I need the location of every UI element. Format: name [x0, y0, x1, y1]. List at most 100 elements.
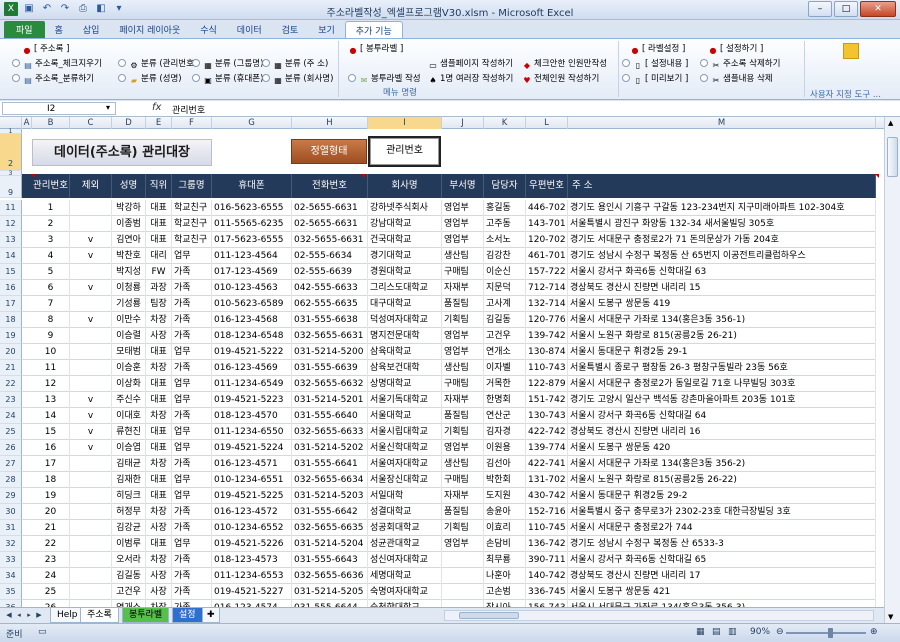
- cell-exclude[interactable]: [70, 504, 112, 520]
- cell-address[interactable]: 서울시 도봉구 쌍문동 419: [568, 296, 876, 312]
- tab-page-layout[interactable]: 페이지 레이아웃: [109, 21, 190, 38]
- table-row[interactable]: 12 이상화 대표 업무 011-1234-6549 032-5655-6632 상명대학교…: [22, 376, 876, 392]
- zoom-slider[interactable]: [786, 632, 866, 634]
- cell-contact[interactable]: 연개소: [484, 344, 526, 360]
- cell-name[interactable]: 이상화: [112, 376, 146, 392]
- cell-phone[interactable]: 031-555-6641: [292, 456, 368, 472]
- minimize-button[interactable]: –: [808, 1, 832, 17]
- ribbon-btn-clear-check[interactable]: ▤ 주소록_체크지우기: [12, 57, 102, 71]
- cell-contact[interactable]: 고건우: [484, 328, 526, 344]
- table-row[interactable]: 26 연개소차장가족016-123-4574031-555-6644순천향대학교 장…: [22, 600, 876, 607]
- sheet-tab-envelope[interactable]: 봉투라벨: [122, 608, 170, 623]
- cell-department[interactable]: 품질팀: [442, 296, 484, 312]
- row-header[interactable]: 27: [0, 456, 22, 472]
- cell-mobile[interactable]: 010-5623-6589: [212, 296, 292, 312]
- cell-phone[interactable]: 02-5655-6631: [292, 200, 368, 216]
- cell-address[interactable]: 경기도 고양시 일산구 백석동 강촌마을아파트 203동 101호: [568, 392, 876, 408]
- cell-address[interactable]: 서울시 강서구 화곡6동 신학대길 63: [568, 264, 876, 280]
- cell-name[interactable]: 이범루: [112, 536, 146, 552]
- cell-contact[interactable]: 고사계: [484, 296, 526, 312]
- cell-company[interactable]: 건국대학교: [368, 232, 442, 248]
- cell-company[interactable]: 덕성여자대학교: [368, 312, 442, 328]
- table-row[interactable]: 24 김길동 사장 가족 011-1234-6553 032-5655-6636 세명대학교…: [22, 568, 876, 584]
- cell-zip[interactable]: 139-774: [526, 440, 568, 456]
- cell-id[interactable]: 20: [32, 504, 70, 520]
- cell-contact[interactable]: 소서노: [484, 232, 526, 248]
- cell-name[interactable]: 김재한: [112, 472, 146, 488]
- cell-company[interactable]: 강남대학교: [368, 216, 442, 232]
- cell-mobile[interactable]: 016-123-4569: [212, 360, 292, 376]
- cell-company[interactable]: 삼육보건대학: [368, 360, 442, 376]
- cell-zip[interactable]: 122-879: [526, 376, 568, 392]
- cell-address[interactable]: 서울시 노원구 화랑로 815(공릉2동 26-21): [568, 328, 876, 344]
- cell-mobile[interactable]: 010-1234-6551: [212, 472, 292, 488]
- row-header[interactable]: 9: [0, 176, 22, 198]
- cell-zip[interactable]: 139-742: [526, 328, 568, 344]
- cell-name[interactable]: 김태균: [112, 456, 146, 472]
- row-header[interactable]: 28: [0, 472, 22, 488]
- cell-exclude[interactable]: [70, 584, 112, 600]
- cell-zip[interactable]: 156-743: [526, 600, 568, 607]
- cell-zip[interactable]: 336-745: [526, 584, 568, 600]
- cell-zip[interactable]: 151-742: [526, 392, 568, 408]
- table-row[interactable]: 16 v 이승엽 대표 업무 019-4521-5224 031-5214-5202 서울신학…: [22, 440, 876, 456]
- cell-phone[interactable]: 032-5655-6633: [292, 424, 368, 440]
- cell-address[interactable]: 서울시 서대문구 가좌로 134(홍은3동 356-1): [568, 312, 876, 328]
- cell-name[interactable]: 연개소: [112, 600, 146, 607]
- ribbon-btn-classify[interactable]: ▤ 주소록_분류하기: [12, 72, 94, 86]
- cell-mobile[interactable]: 016-5623-6555: [212, 200, 292, 216]
- cell-mobile[interactable]: 011-123-4564: [212, 248, 292, 264]
- cell-name[interactable]: 이승엽: [112, 440, 146, 456]
- cell-zip[interactable]: 110-743: [526, 360, 568, 376]
- cell-phone[interactable]: 031-5214-5201: [292, 392, 368, 408]
- cell-id[interactable]: 17: [32, 456, 70, 472]
- cell-phone[interactable]: 032-5655-6636: [292, 568, 368, 584]
- cell-address[interactable]: 서울특별시 종로구 평창동 26-3 평창구동빌라 23동 56호: [568, 360, 876, 376]
- cell-contact[interactable]: 최무룡: [484, 552, 526, 568]
- cell-department[interactable]: 구매팀: [442, 472, 484, 488]
- cell-name[interactable]: 김연아: [112, 232, 146, 248]
- cell-contact[interactable]: 박한회: [484, 472, 526, 488]
- cell-name[interactable]: 이승훈: [112, 360, 146, 376]
- col-header-j[interactable]: J: [442, 117, 484, 129]
- cell-mobile[interactable]: 018-123-4570: [212, 408, 292, 424]
- table-row[interactable]: 7 기성룡 팀장 가족 010-5623-6589 062-555-6635 대구대학교 품질…: [22, 296, 876, 312]
- ribbon-btn-delete-sample[interactable]: ✂ 샘플내용 삭제: [700, 72, 773, 86]
- cell-position[interactable]: 과장: [146, 280, 172, 296]
- cell-group[interactable]: 업무: [172, 536, 212, 552]
- table-row[interactable]: 11 이승훈 차장 가족 016-123-4569 031-555-6639 삼육보건대학 생…: [22, 360, 876, 376]
- cell-id[interactable]: 9: [32, 328, 70, 344]
- col-header-k[interactable]: K: [484, 117, 526, 129]
- cell-position[interactable]: 차장: [146, 312, 172, 328]
- management-number-button[interactable]: 관리번호: [368, 136, 441, 167]
- cell-id[interactable]: 5: [32, 264, 70, 280]
- cell-exclude[interactable]: [70, 456, 112, 472]
- cell-position[interactable]: 대표: [146, 536, 172, 552]
- cell-contact[interactable]: 김강찬: [484, 248, 526, 264]
- cell-exclude[interactable]: [70, 360, 112, 376]
- cell-company[interactable]: 서울대학교: [368, 408, 442, 424]
- cell-position[interactable]: 대표: [146, 216, 172, 232]
- row-header[interactable]: 32: [0, 536, 22, 552]
- cell-name[interactable]: 박찬호: [112, 248, 146, 264]
- cell-exclude[interactable]: [70, 344, 112, 360]
- cell-exclude[interactable]: [70, 488, 112, 504]
- cell-id[interactable]: 10: [32, 344, 70, 360]
- cell-mobile[interactable]: 019-4521-5225: [212, 488, 292, 504]
- cell-department[interactable]: 영업부: [442, 440, 484, 456]
- table-row[interactable]: 2 이종범 대표 학교친구 011-5565-6235 02-5655-6631 강남대학교…: [22, 216, 876, 232]
- cell-exclude[interactable]: [70, 376, 112, 392]
- cell-contact[interactable]: 고손범: [484, 584, 526, 600]
- cell-phone[interactable]: 031-555-6640: [292, 408, 368, 424]
- first-sheet-icon[interactable]: ◀: [4, 610, 14, 620]
- next-sheet-icon[interactable]: ▸: [24, 610, 34, 620]
- cell-company[interactable]: 삼육대학교: [368, 344, 442, 360]
- h-scroll-thumb[interactable]: [459, 612, 519, 619]
- table-row[interactable]: 3 v 김연아 대표 학교친구 017-5623-6555 032-5655-6631 건국대…: [22, 232, 876, 248]
- cell-company[interactable]: 강하넷주식회사: [368, 200, 442, 216]
- cell-phone[interactable]: 032-5655-6632: [292, 376, 368, 392]
- cell-mobile[interactable]: 018-1234-6548: [212, 328, 292, 344]
- row-header[interactable]: 30: [0, 504, 22, 520]
- cell-name[interactable]: 이청룡: [112, 280, 146, 296]
- cell-exclude[interactable]: [70, 264, 112, 280]
